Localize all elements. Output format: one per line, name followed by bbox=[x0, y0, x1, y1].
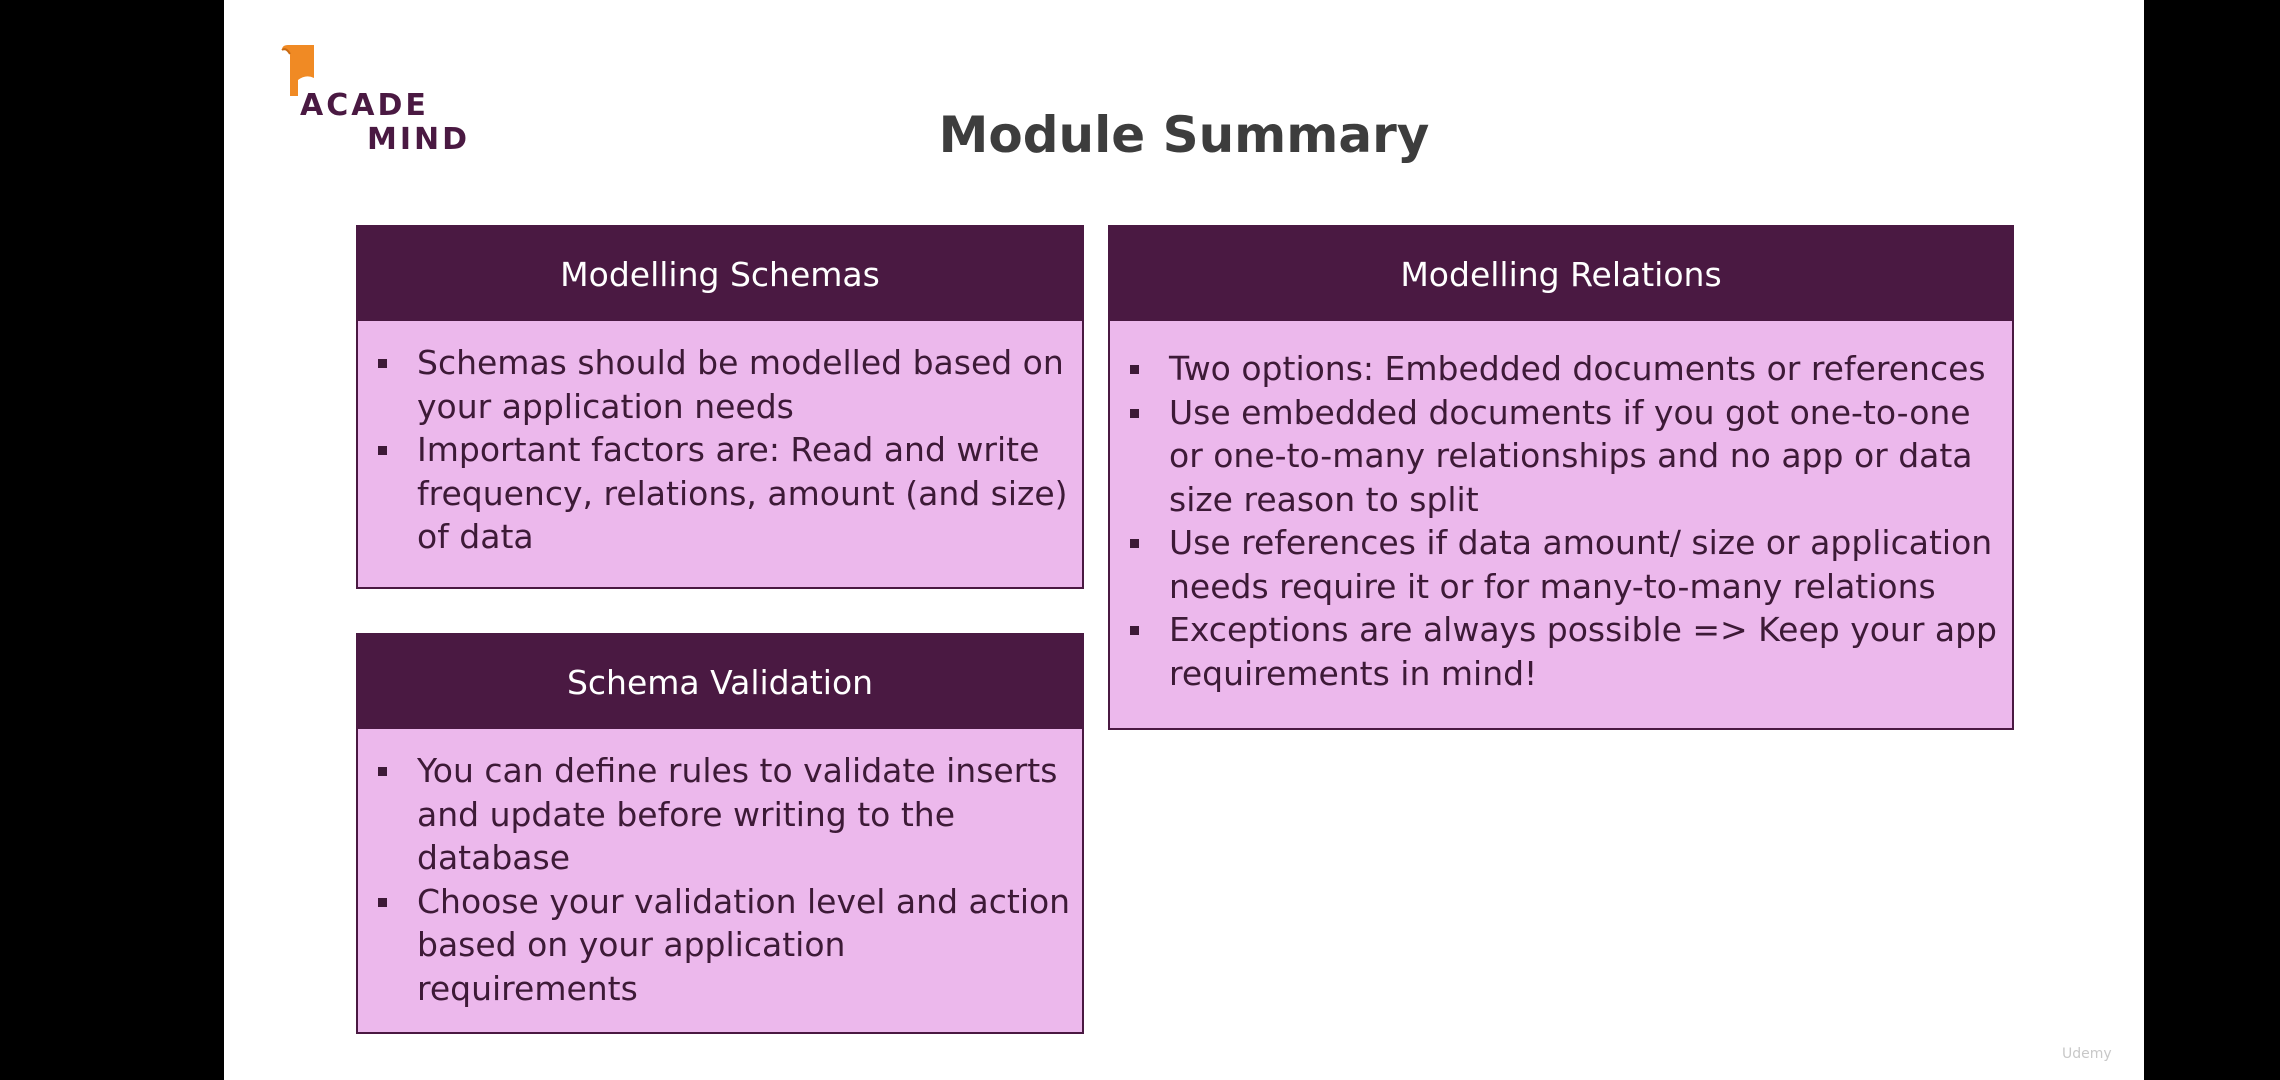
bullet-item: Choose your validation level and action … bbox=[378, 880, 1072, 1011]
page-title: Module Summary bbox=[938, 106, 1430, 164]
slide: ACADE MIND Module Summary Modelling Sche… bbox=[224, 0, 2144, 1080]
bullet-list: Schemas should be modelled based on your… bbox=[358, 321, 1082, 559]
card-heading: Modelling Schemas bbox=[358, 227, 1082, 321]
bullet-list: You can define rules to validate inserts… bbox=[358, 729, 1082, 1010]
card-modelling-schemas: Modelling Schemas Schemas should be mode… bbox=[356, 225, 1084, 589]
bullet-item: You can define rules to validate inserts… bbox=[378, 749, 1072, 880]
bullet-list: Two options: Embedded documents or refer… bbox=[1110, 321, 2012, 695]
udemy-watermark: Udemy bbox=[2062, 1046, 2112, 1062]
bullet-item: Important factors are: Read and write fr… bbox=[378, 428, 1072, 559]
card-heading: Modelling Relations bbox=[1110, 227, 2012, 321]
bullet-item: Exceptions are always possible => Keep y… bbox=[1130, 608, 2002, 695]
bullet-item: Schemas should be modelled based on your… bbox=[378, 341, 1072, 428]
card-modelling-relations: Modelling Relations Two options: Embedde… bbox=[1108, 225, 2014, 730]
card-schema-validation: Schema Validation You can define rules t… bbox=[356, 633, 1084, 1034]
card-heading: Schema Validation bbox=[358, 635, 1082, 729]
bullet-item: Use references if data amount/ size or a… bbox=[1130, 521, 2002, 608]
bullet-item: Use embedded documents if you got one-to… bbox=[1130, 391, 2002, 522]
bullet-item: Two options: Embedded documents or refer… bbox=[1130, 347, 2002, 391]
